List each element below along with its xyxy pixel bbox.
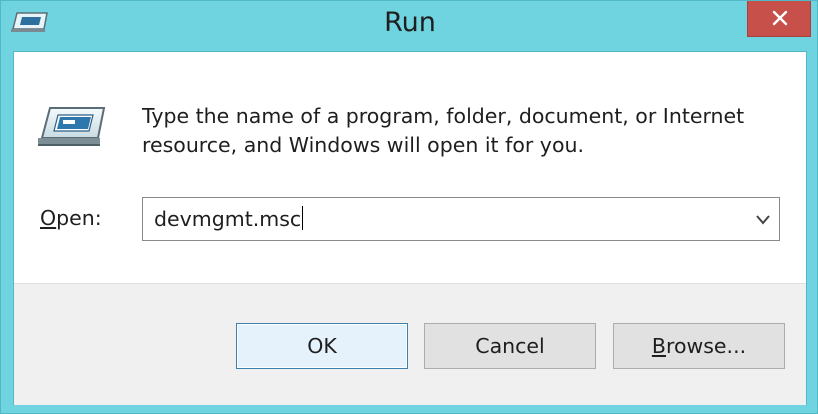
close-button[interactable] [747,1,811,37]
instruction-line-1: Type the name of a program, folder, docu… [142,104,745,128]
open-label-mnemonic: O [40,206,57,230]
ok-button[interactable]: OK [236,323,408,369]
cancel-button[interactable]: Cancel [424,323,596,369]
text-cursor [302,206,304,230]
open-combobox[interactable]: devmgmt.msc [142,197,780,241]
open-input-value: devmgmt.msc [154,207,302,231]
browse-label: rowse... [665,334,747,358]
open-label-text: pen: [56,206,102,230]
open-label: Open: [40,206,102,230]
dialog-client-area: Type the name of a program, folder, docu… [13,51,807,405]
browse-mnemonic: B [651,334,666,358]
open-input[interactable]: devmgmt.msc [154,206,304,231]
window-title: Run [384,7,436,38]
run-dialog-window: Run Type the name of a program, folder, … [0,0,818,414]
title-bar[interactable]: Run [1,1,818,51]
chevron-down-icon[interactable] [755,212,771,226]
close-icon [772,10,788,26]
instruction-text: Type the name of a program, folder, docu… [142,102,782,160]
run-icon [38,104,108,148]
instruction-line-2: resource, and Windows will open it for y… [142,133,584,157]
browse-button[interactable]: Browse... [613,323,785,369]
